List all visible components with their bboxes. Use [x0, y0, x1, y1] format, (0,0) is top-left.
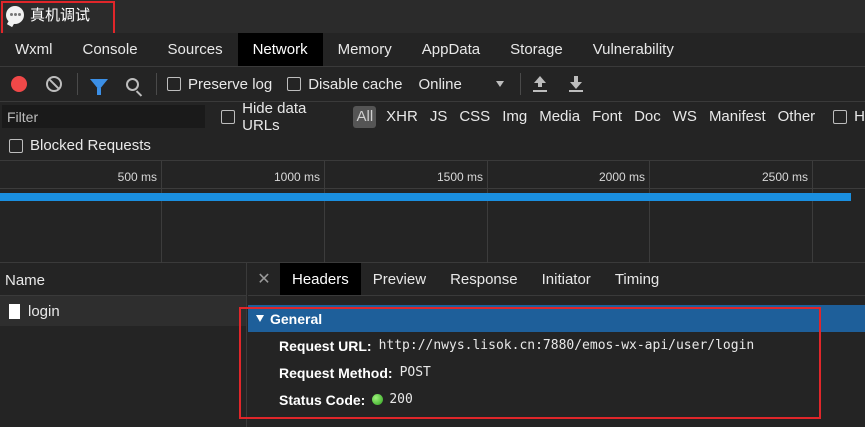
type-filter-media[interactable]: Media [533, 106, 586, 128]
request-method-value: POST [399, 365, 431, 380]
general-section-body: Request URL: http://nwys.lisok.cn:7880/e… [248, 332, 865, 413]
network-toolbar: Preserve log Disable cache Online [0, 66, 865, 102]
type-filter-ws[interactable]: WS [667, 106, 703, 128]
chat-bubble-icon [6, 6, 24, 24]
tick-label: 2000 ms [598, 170, 645, 184]
throttling-select[interactable]: Online [418, 75, 504, 93]
chevron-down-icon [495, 81, 504, 87]
type-filter-doc[interactable]: Doc [628, 106, 667, 128]
type-filter-img[interactable]: Img [496, 106, 533, 128]
tick-label: 1500 ms [436, 170, 483, 184]
tab-headers[interactable]: Headers [280, 263, 361, 295]
search-icon[interactable] [126, 77, 139, 91]
has-blocked-cookies-checkbox[interactable]: H [833, 108, 865, 125]
tab-sources[interactable]: Sources [153, 33, 238, 66]
clear-icon[interactable] [46, 76, 62, 92]
toolbar-divider [519, 73, 521, 95]
export-har-icon[interactable] [568, 76, 584, 92]
close-icon[interactable]: ✕ [248, 263, 280, 295]
status-code-value: 200 [389, 392, 413, 407]
checkbox-box[interactable] [9, 138, 23, 153]
blocked-requests-checkbox[interactable]: Blocked Requests [9, 137, 151, 154]
document-icon [9, 303, 20, 319]
tab-storage[interactable]: Storage [495, 33, 578, 66]
request-method-label: Request Method: [279, 364, 393, 381]
tab-preview[interactable]: Preview [361, 263, 438, 295]
tab-memory[interactable]: Memory [323, 33, 407, 66]
tab-response[interactable]: Response [438, 263, 530, 295]
tab-console[interactable]: Console [68, 33, 153, 66]
disable-cache-checkbox[interactable]: Disable cache [287, 76, 402, 93]
request-row-login[interactable]: login [0, 296, 246, 326]
type-filter-css[interactable]: CSS [453, 106, 496, 128]
tick-label: 500 ms [117, 170, 157, 184]
devtools-tabs: Wxml Console Sources Network Memory AppD… [0, 33, 865, 66]
toolbar-divider [77, 73, 78, 95]
timeline-tick: 500 ms [0, 161, 162, 263]
toolbar-divider [156, 73, 157, 95]
triangle-down-icon [256, 315, 264, 322]
request-list: Name login [0, 263, 247, 427]
blocked-requests-bar: Blocked Requests [0, 131, 865, 161]
filter-bar: Hide data URLs All XHR JS CSS Img Media … [0, 100, 865, 134]
status-code-label: Status Code: [279, 391, 366, 408]
type-filter-other[interactable]: Other [772, 106, 822, 128]
checkbox-box[interactable] [167, 77, 181, 91]
record-button[interactable] [11, 76, 27, 92]
filter-icon[interactable] [90, 78, 108, 95]
request-url-label: Request URL: [279, 337, 372, 354]
type-filter-font[interactable]: Font [586, 106, 628, 128]
tab-wxml[interactable]: Wxml [0, 33, 68, 66]
checkbox-box[interactable] [287, 77, 302, 91]
type-filter-xhr[interactable]: XHR [380, 106, 424, 128]
status-code-row: Status Code: 200 [248, 386, 865, 413]
status-ok-icon [372, 394, 384, 405]
request-waterfall-bar [0, 193, 851, 201]
blocked-requests-label: Blocked Requests [30, 137, 151, 154]
import-har-icon[interactable] [532, 76, 548, 92]
tick-label: 1000 ms [273, 170, 320, 184]
type-filter-js[interactable]: JS [424, 106, 454, 128]
request-method-row: Request Method: POST [248, 359, 865, 386]
type-filter-all[interactable]: All [353, 105, 377, 128]
checkbox-box[interactable] [221, 109, 236, 124]
request-details: ✕ Headers Preview Response Initiator Tim… [248, 263, 865, 427]
general-title: General [270, 310, 323, 327]
cut-off-label: H [854, 108, 865, 125]
hide-data-urls-checkbox[interactable]: Hide data URLs [221, 100, 346, 134]
details-tabs: ✕ Headers Preview Response Initiator Tim… [248, 263, 865, 296]
tab-appdata[interactable]: AppData [407, 33, 495, 66]
type-filter-manifest[interactable]: Manifest [703, 106, 772, 128]
request-url-value: http://nwys.lisok.cn:7880/emos-wx-api/us… [378, 338, 755, 353]
tab-vulnerability[interactable]: Vulnerability [578, 33, 689, 66]
request-name: login [28, 302, 60, 320]
timeline-tick: 1000 ms [162, 161, 325, 263]
hide-data-urls-label: Hide data URLs [242, 99, 307, 134]
disable-cache-label: Disable cache [308, 75, 403, 93]
timeline-tick: 2000 ms [488, 161, 650, 263]
title-bar: 真机调试 [0, 0, 865, 38]
timeline-tick: 2500 ms [650, 161, 813, 263]
tick-label: 2500 ms [761, 170, 808, 184]
tab-timing[interactable]: Timing [603, 263, 671, 295]
preserve-log-label: Preserve log [188, 75, 273, 93]
tab-initiator[interactable]: Initiator [530, 263, 603, 295]
filter-input[interactable] [2, 105, 206, 128]
window-title: 真机调试 [30, 7, 91, 24]
tab-network[interactable]: Network [237, 33, 323, 66]
timeline-overview[interactable]: 500 ms 1000 ms 1500 ms 2000 ms 2500 ms [0, 161, 865, 263]
general-section-header[interactable]: General [248, 305, 865, 332]
name-column-header[interactable]: Name [0, 263, 246, 296]
timeline-tick: 1500 ms [325, 161, 488, 263]
request-url-row: Request URL: http://nwys.lisok.cn:7880/e… [248, 332, 865, 359]
preserve-log-checkbox[interactable]: Preserve log [167, 76, 272, 93]
throttling-value: Online [418, 75, 462, 93]
checkbox-box[interactable] [833, 109, 848, 124]
